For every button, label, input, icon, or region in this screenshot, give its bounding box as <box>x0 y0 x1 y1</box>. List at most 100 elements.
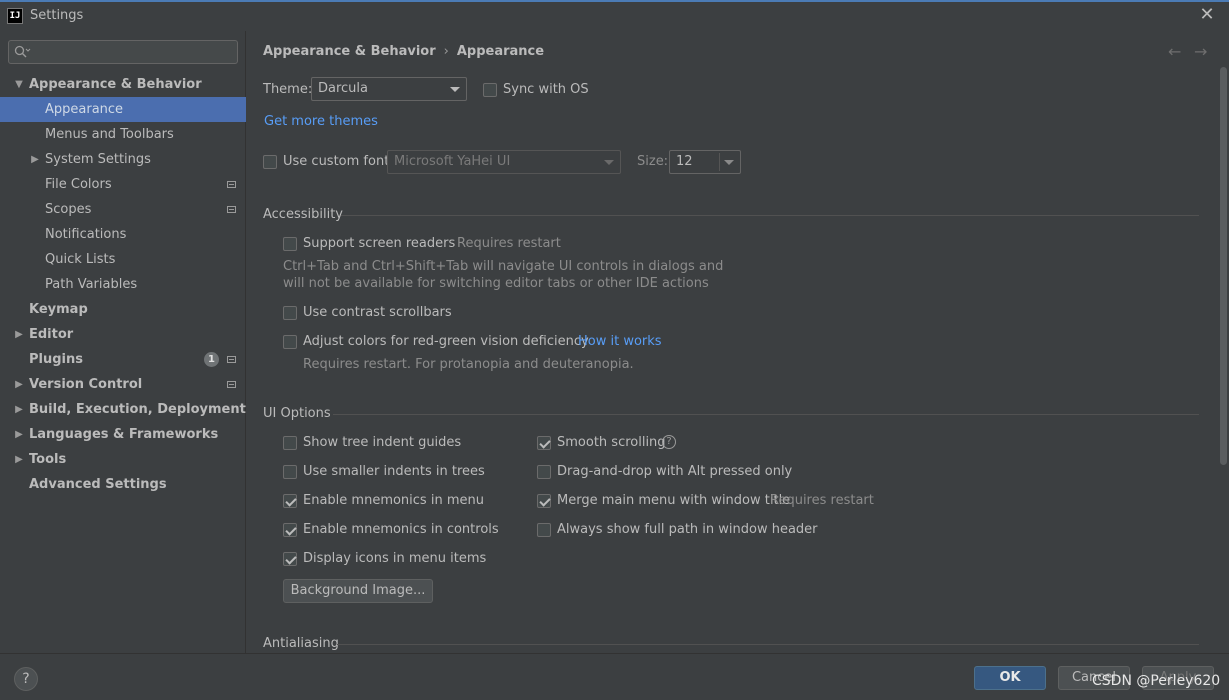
settings-search-input[interactable] <box>37 43 233 61</box>
sidebar-item-scopes[interactable]: Scopes <box>0 197 246 222</box>
dnd-alt-label: Drag-and-drop with Alt pressed only <box>557 464 793 479</box>
plugins-update-badge: 1 <box>204 352 219 367</box>
merge-menu-checkbox[interactable] <box>537 494 551 508</box>
settings-content-panel: Appearance & Behavior › Appearance ← → The… <box>247 31 1229 653</box>
project-level-icon <box>227 381 236 388</box>
font-size-label: Size: <box>637 154 669 169</box>
sidebar-item-label: System Settings <box>45 152 151 167</box>
smaller-indents-label: Use smaller indents in trees <box>303 464 485 479</box>
help-button[interactable]: ? <box>14 667 38 691</box>
red-green-description: Requires restart. For protanopia and deu… <box>303 357 634 372</box>
sidebar-item-build-execution-deployment[interactable]: ▶ Build, Execution, Deployment <box>0 397 246 422</box>
sidebar-item-notifications[interactable]: Notifications <box>0 222 246 247</box>
mnemonics-controls-checkbox[interactable] <box>283 523 297 537</box>
search-icon <box>14 45 31 58</box>
mnemonics-menu-checkbox[interactable] <box>283 494 297 508</box>
sidebar-item-quick-lists[interactable]: Quick Lists <box>0 247 246 272</box>
back-arrow-icon[interactable]: ← <box>1168 42 1181 61</box>
sidebar-item-label: Editor <box>29 327 74 342</box>
intellij-logo-icon: IJ <box>7 8 23 24</box>
dnd-alt-checkbox[interactable] <box>537 465 551 479</box>
smaller-indents-checkbox[interactable] <box>283 465 297 479</box>
sidebar-item-plugins[interactable]: Plugins 1 <box>0 347 246 372</box>
full-path-checkbox[interactable] <box>537 523 551 537</box>
background-image-button[interactable]: Background Image... <box>283 579 433 603</box>
sidebar-item-label: Menus and Toolbars <box>45 127 174 142</box>
get-more-themes-link[interactable]: Get more themes <box>264 114 378 129</box>
breadcrumb-parent[interactable]: Appearance & Behavior <box>263 44 436 59</box>
help-question-icon[interactable]: ? <box>662 435 676 449</box>
sidebar-item-label: Advanced Settings <box>29 477 167 492</box>
screen-readers-description: Ctrl+Tab and Ctrl+Shift+Tab will navigat… <box>283 259 724 274</box>
close-icon[interactable]: ✕ <box>1199 6 1215 24</box>
breadcrumb-separator: › <box>443 44 449 59</box>
red-green-label: Adjust colors for red-green vision defic… <box>303 334 589 349</box>
combo-divider <box>719 153 720 171</box>
requires-restart-note: Requires restart <box>457 236 561 251</box>
icons-menu-checkbox[interactable] <box>283 552 297 566</box>
chevron-right-icon[interactable]: ▶ <box>29 147 41 172</box>
project-level-icon <box>227 206 236 213</box>
smooth-scrolling-checkbox[interactable] <box>537 436 551 450</box>
chevron-right-icon[interactable]: ▶ <box>13 422 25 447</box>
sidebar-item-label: Quick Lists <box>45 252 116 267</box>
chevron-right-icon[interactable]: ▶ <box>13 447 25 472</box>
sidebar-item-label: Languages & Frameworks <box>29 427 219 442</box>
chevron-right-icon[interactable]: ▶ <box>13 397 25 422</box>
section-divider <box>337 644 1199 645</box>
sidebar-item-label: Appearance <box>45 102 124 117</box>
contrast-scrollbars-checkbox[interactable] <box>283 306 297 320</box>
sidebar-item-menus-toolbars[interactable]: Menus and Toolbars <box>0 122 246 147</box>
screen-readers-label: Support screen readers <box>303 236 456 251</box>
font-family-value: Microsoft YaHei UI <box>394 154 511 169</box>
antialiasing-section-title: Antialiasing <box>263 636 339 651</box>
font-size-dropdown[interactable]: 12 <box>669 150 741 174</box>
sidebar-item-file-colors[interactable]: File Colors <box>0 172 246 197</box>
red-green-checkbox[interactable] <box>283 335 297 349</box>
ok-button[interactable]: OK <box>974 666 1046 690</box>
screen-readers-checkbox[interactable] <box>283 237 297 251</box>
sidebar-item-label: File Colors <box>45 177 112 192</box>
custom-font-label: Use custom font: <box>283 154 394 169</box>
chevron-down-icon[interactable]: ▼ <box>13 72 25 97</box>
sidebar-item-path-variables[interactable]: Path Variables <box>0 272 246 297</box>
theme-label: Theme: <box>263 82 313 97</box>
sidebar-item-tools[interactable]: ▶ Tools <box>0 447 246 472</box>
sidebar-item-editor[interactable]: ▶ Editor <box>0 322 246 347</box>
chevron-right-icon[interactable]: ▶ <box>13 372 25 397</box>
theme-dropdown[interactable]: Darcula <box>311 77 467 101</box>
tree-indent-guides-checkbox[interactable] <box>283 436 297 450</box>
sidebar-item-advanced-settings[interactable]: Advanced Settings <box>0 472 246 497</box>
breadcrumb: Appearance & Behavior › Appearance <box>263 44 544 59</box>
chevron-right-icon[interactable]: ▶ <box>13 322 25 347</box>
sidebar-item-keymap[interactable]: Keymap <box>0 297 246 322</box>
how-it-works-link[interactable]: How it works <box>578 334 662 349</box>
forward-arrow-icon[interactable]: → <box>1194 42 1207 61</box>
sidebar-item-version-control[interactable]: ▶ Version Control <box>0 372 246 397</box>
sidebar-item-label: Plugins <box>29 352 83 367</box>
font-family-dropdown[interactable]: Microsoft YaHei UI <box>387 150 621 174</box>
breadcrumb-current: Appearance <box>456 44 545 59</box>
sidebar-item-appearance[interactable]: Appearance <box>0 97 246 122</box>
sidebar-item-label: Notifications <box>45 227 127 242</box>
window-title: Settings <box>30 8 84 23</box>
dropdown-arrow-icon <box>604 160 614 165</box>
mnemonics-menu-label: Enable mnemonics in menu <box>303 493 484 508</box>
custom-font-checkbox[interactable] <box>263 155 277 169</box>
sidebar-item-label: Version Control <box>29 377 143 392</box>
settings-search-box[interactable] <box>8 40 238 64</box>
dropdown-arrow-icon <box>724 160 734 165</box>
font-size-value: 12 <box>676 154 693 169</box>
accessibility-section-title: Accessibility <box>263 207 343 222</box>
dropdown-arrow-icon <box>450 87 460 92</box>
sidebar-item-system-settings[interactable]: ▶ System Settings <box>0 147 246 172</box>
sidebar-item-label: Appearance & Behavior <box>29 77 202 92</box>
sidebar-item-label: Tools <box>29 452 67 467</box>
content-scrollbar[interactable] <box>1220 67 1227 465</box>
sidebar-item-label: Build, Execution, Deployment <box>29 402 246 417</box>
sidebar-item-appearance-behavior[interactable]: ▼ Appearance & Behavior <box>0 72 246 97</box>
sync-with-os-checkbox[interactable] <box>483 83 497 97</box>
merge-menu-label: Merge main menu with window title <box>557 493 791 508</box>
sidebar-item-label: Scopes <box>45 202 92 217</box>
sidebar-item-languages-frameworks[interactable]: ▶ Languages & Frameworks <box>0 422 246 447</box>
